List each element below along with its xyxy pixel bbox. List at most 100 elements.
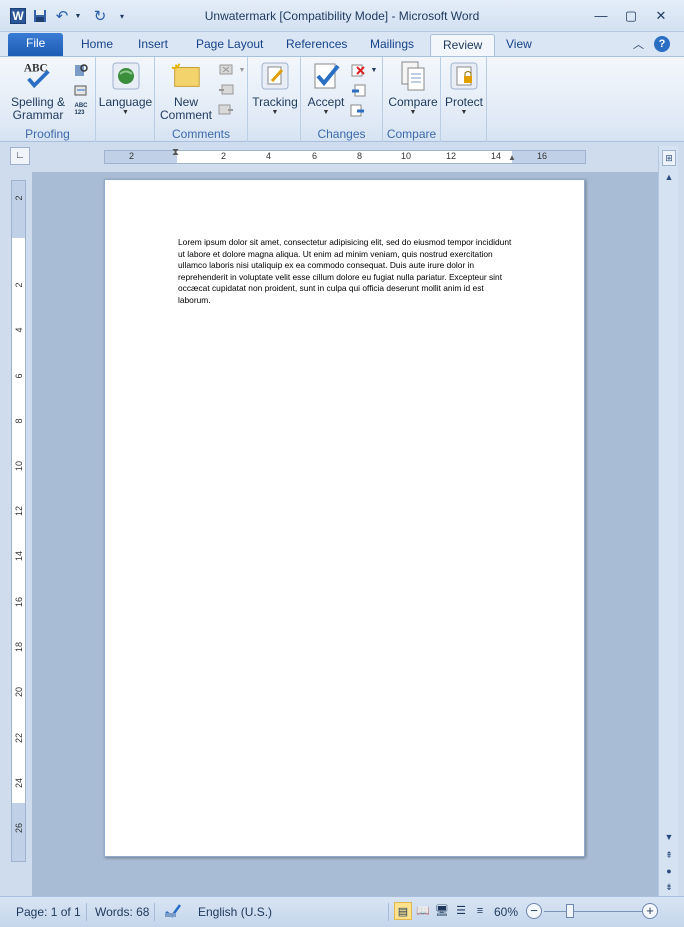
- vruler-tick: 14: [14, 551, 24, 562]
- previous-change-icon[interactable]: [349, 81, 367, 99]
- next-comment-icon[interactable]: [217, 101, 235, 119]
- group-changes: Accept ▼ ▼ Changes: [301, 57, 383, 143]
- group-proofing: ABC Spelling & Grammar ABC 123 Proofing: [0, 57, 96, 143]
- ruler-tick: 10: [401, 151, 412, 161]
- group-protect: Protect ▼: [441, 57, 487, 143]
- tab-selector-button[interactable]: ∟: [10, 147, 30, 165]
- compare-button[interactable]: Compare ▼: [385, 60, 441, 117]
- vruler-tick: 18: [14, 642, 24, 653]
- status-divider: [86, 903, 87, 921]
- zoom-slider-track[interactable]: [544, 911, 644, 912]
- zoom-in-button[interactable]: +: [642, 903, 658, 919]
- scroll-down-arrow-icon[interactable]: ▼: [662, 830, 676, 844]
- window-title: Unwatermark [Compatibility Mode] - Micro…: [204, 9, 480, 23]
- previous-page-icon[interactable]: ⇞: [662, 848, 676, 862]
- language-status[interactable]: English (U.S.): [198, 905, 272, 919]
- ruler-tick: 6: [312, 151, 318, 161]
- spelling-grammar-button[interactable]: ABC Spelling & Grammar: [8, 60, 68, 122]
- status-divider: [154, 903, 155, 921]
- vruler-tick: 22: [14, 733, 24, 744]
- view-ruler-icon[interactable]: ⊞: [662, 150, 676, 166]
- accept-button[interactable]: Accept ▼: [303, 60, 349, 117]
- new-comment-icon: [170, 60, 202, 92]
- vruler-tick: 2: [14, 195, 24, 201]
- group-language: Language ▼: [96, 57, 155, 143]
- vruler-tick: 6: [14, 373, 24, 379]
- group-comments: New Comment ▼ Comments: [155, 57, 248, 143]
- word-count[interactable]: Words: 68: [95, 905, 149, 919]
- document-body-text[interactable]: Lorem ipsum dolor sit amet, consectetur …: [178, 237, 518, 306]
- vruler-tick: 8: [14, 418, 24, 424]
- tab-file[interactable]: File: [8, 33, 64, 56]
- web-layout-icon[interactable]: 🖥: [433, 902, 451, 920]
- new-comment-button[interactable]: New Comment: [159, 60, 213, 122]
- document-page[interactable]: Lorem ipsum dolor sit amet, consectetur …: [104, 179, 585, 857]
- tab-mailings[interactable]: Mailings: [358, 34, 426, 56]
- vruler-tick: 2: [14, 282, 24, 288]
- tab-page-layout[interactable]: Page Layout: [184, 34, 275, 56]
- spelling-label-2: Grammar: [12, 108, 64, 122]
- tab-view[interactable]: View: [494, 34, 544, 56]
- right-indent-marker-icon[interactable]: ▲: [508, 153, 516, 162]
- zoom-slider-thumb[interactable]: [566, 904, 574, 918]
- vertical-ruler[interactable]: 2 2 4 6 8 10 12 14 16 18 20 22 24 26: [11, 180, 26, 862]
- next-page-icon[interactable]: ⇟: [662, 880, 676, 894]
- thesaurus-icon[interactable]: [72, 81, 90, 99]
- tab-insert[interactable]: Insert: [126, 34, 180, 56]
- next-change-icon[interactable]: [349, 101, 367, 119]
- new-comment-label-2: Comment: [159, 108, 212, 122]
- minimize-ribbon-icon[interactable]: ︿: [633, 36, 644, 52]
- protect-label: Protect: [444, 95, 483, 109]
- ruler-row: ∟ 2 2 4 6 8 10 12 14 16 ⧗ ▲: [0, 142, 684, 172]
- help-icon[interactable]: ?: [654, 36, 670, 52]
- ruler-right-margin: [512, 151, 585, 163]
- ruler-tick: 2: [129, 151, 135, 161]
- research-icon[interactable]: [72, 61, 90, 79]
- document-area: Lorem ipsum dolor sit amet, consectetur …: [32, 172, 658, 896]
- group-tracking: Tracking ▼: [248, 57, 301, 143]
- vruler-tick: 20: [14, 687, 24, 698]
- select-browse-object-icon[interactable]: ●: [662, 864, 676, 878]
- language-button[interactable]: Language ▼: [98, 60, 153, 117]
- minimize-button[interactable]: —: [586, 6, 616, 26]
- svg-text:ABC: ABC: [24, 62, 48, 74]
- maximize-button[interactable]: ▢: [616, 6, 646, 26]
- zoom-level[interactable]: 60%: [494, 905, 518, 919]
- tracking-label: Tracking: [252, 95, 298, 109]
- compare-label: Compare: [388, 95, 438, 109]
- draft-view-icon[interactable]: ≡: [471, 902, 489, 920]
- scroll-up-arrow-icon[interactable]: ▲: [662, 170, 676, 184]
- word-count-icon[interactable]: ABC 123: [72, 101, 90, 119]
- ruler-left-margin: [105, 151, 177, 163]
- vruler-tick: 10: [14, 461, 24, 472]
- ribbon-review: ABC Spelling & Grammar ABC 123 Proofing L…: [0, 56, 684, 143]
- ruler-tick: 2: [221, 151, 227, 161]
- ribbon-tabs: File Home Insert Page Layout References …: [0, 32, 684, 56]
- tab-review[interactable]: Review: [430, 34, 496, 56]
- title-bar: W ↶ ▼ ↻ ▾ Unwatermark [Compatibility Mod…: [0, 0, 684, 32]
- tab-references[interactable]: References: [274, 34, 359, 56]
- protect-button[interactable]: Protect ▼: [443, 60, 485, 117]
- indent-marker-icon[interactable]: ⧗: [172, 147, 179, 158]
- accept-dropdown-icon: ▼: [322, 109, 330, 116]
- language-icon: [110, 60, 142, 92]
- full-screen-reading-icon[interactable]: 📖: [414, 902, 432, 920]
- print-layout-view-icon[interactable]: ▤: [394, 902, 412, 920]
- proofing-status-icon[interactable]: [164, 902, 182, 921]
- tracking-button[interactable]: Tracking ▼: [249, 60, 301, 117]
- changes-group-label: Changes: [317, 127, 366, 141]
- tab-home[interactable]: Home: [69, 34, 125, 56]
- horizontal-ruler[interactable]: 2 2 4 6 8 10 12 14 16 ⧗ ▲: [104, 147, 586, 164]
- reject-dropdown-icon[interactable]: ▼: [365, 61, 383, 79]
- ruler-tick: 16: [537, 151, 548, 161]
- accept-label: Accept: [307, 95, 345, 109]
- compare-dropdown-icon: ▼: [409, 109, 417, 116]
- vruler-tick: 26: [14, 823, 24, 834]
- vruler-tick: 4: [14, 327, 24, 333]
- page-count[interactable]: Page: 1 of 1: [16, 905, 81, 919]
- outline-view-icon[interactable]: ☰: [452, 902, 470, 920]
- close-button[interactable]: ✕: [646, 6, 676, 26]
- vertical-scrollbar[interactable]: ⊞ ▲ ▼ ⇞ ● ⇟: [658, 146, 678, 896]
- previous-comment-icon[interactable]: [217, 81, 235, 99]
- zoom-out-button[interactable]: −: [526, 903, 542, 919]
